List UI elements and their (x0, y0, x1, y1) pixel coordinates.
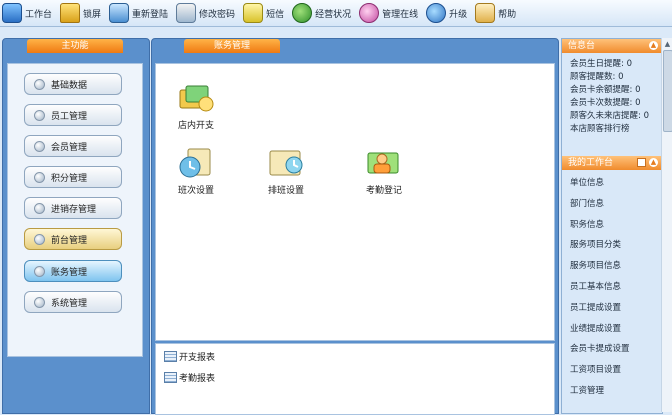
work-item[interactable]: 职务信息 (562, 215, 662, 236)
scroll-up-icon[interactable]: ▲ (663, 39, 672, 49)
main-function-menu: 基础数据 员工管理 会员管理 积分管理 进销存管理 前台管理 账务管理 系统管理 (7, 63, 143, 357)
menu-basic-data[interactable]: 基础数据 (24, 73, 122, 95)
feature-store-expense[interactable]: 店内开支 (156, 82, 236, 131)
work-item[interactable]: 员工提成设置 (562, 298, 662, 319)
info-card-balance[interactable]: 会员卡余额提醒: 0 (562, 84, 662, 97)
collapse-icon[interactable]: ▲ (649, 158, 658, 167)
accounting-title: 账务管理 (184, 39, 280, 53)
report-table-icon (164, 351, 177, 362)
menu-member-management[interactable]: 会员管理 (24, 135, 122, 157)
menu-front-desk-management[interactable]: 前台管理 (24, 228, 122, 250)
toolbar-business-status-button[interactable]: 经营状况 (290, 2, 355, 24)
workbench-icon (2, 3, 22, 23)
relogin-icon (109, 3, 130, 23)
my-workbench-title: 我的工作台 (568, 158, 614, 168)
accounting-panel: 账务管理 店内开支 班次设置 排班设置 考勤登记 开支报表 考勤报表 (151, 38, 559, 415)
toolbar-help-button[interactable]: 帮助 (473, 2, 520, 24)
lock-icon (60, 3, 81, 23)
report-table-icon (164, 372, 177, 383)
my-workbench-header: 我的工作台 ▲ (562, 156, 662, 170)
menu-staff-management[interactable]: 员工管理 (24, 104, 122, 126)
feature-schedule-settings[interactable]: 排班设置 (246, 147, 326, 196)
radio-dot-icon (34, 233, 45, 245)
work-item[interactable]: 员工基本信息 (562, 277, 662, 298)
info-desk-header: 信息台 ▲ (562, 39, 662, 53)
toolbar-workbench-button[interactable]: 工作台 (0, 2, 56, 24)
radio-dot-icon (34, 265, 45, 277)
business-status-icon (292, 3, 313, 23)
work-item[interactable]: 部门信息 (562, 194, 662, 215)
toolbar-manage-online-button[interactable]: 管理在线 (357, 2, 422, 24)
info-member-birthday[interactable]: 会员生日提醒: 0 (562, 58, 662, 71)
info-card-count[interactable]: 会员卡次数提醒: 0 (562, 97, 662, 110)
work-item[interactable]: 服务项目信息 (562, 256, 662, 277)
radio-dot-icon (34, 202, 45, 214)
sms-icon (243, 3, 264, 23)
menu-inventory-management[interactable]: 进销存管理 (24, 197, 122, 219)
main-function-title: 主功能 (27, 39, 123, 53)
upgrade-icon (426, 3, 447, 23)
work-item[interactable]: 工资项目设置 (562, 360, 662, 381)
toolbar-lock-button[interactable]: 锁屏 (58, 2, 105, 24)
work-item[interactable]: 工资管理 (562, 381, 662, 402)
menu-system-management[interactable]: 系统管理 (24, 291, 122, 313)
shift-settings-icon (176, 147, 216, 179)
store-expense-icon (176, 82, 216, 114)
report-attendance[interactable]: 考勤报表 (164, 371, 215, 384)
info-desk-title: 信息台 (568, 41, 596, 51)
right-scrollbar[interactable]: ▲ (661, 38, 672, 412)
collapse-icon[interactable]: ▲ (649, 41, 658, 50)
radio-dot-icon (34, 109, 45, 121)
password-icon (176, 3, 197, 23)
attendance-icon (364, 147, 404, 179)
info-desk-list: 会员生日提醒: 0 顾客提醒数: 0 会员卡余额提醒: 0 会员卡次数提醒: 0… (562, 53, 662, 156)
top-toolbar: 工作台 锁屏 重新登陆 修改密码 短信 经营状况 管理在线 升级 帮助 (0, 0, 672, 27)
toolbar-upgrade-button[interactable]: 升级 (424, 2, 471, 24)
work-item[interactable]: 服务项目分类 (562, 235, 662, 256)
menu-accounting-management[interactable]: 账务管理 (24, 260, 122, 282)
report-area: 开支报表 考勤报表 (155, 343, 555, 415)
work-item[interactable]: 单位信息 (562, 173, 662, 194)
edit-icon[interactable] (637, 158, 646, 167)
info-customer-ranking[interactable]: 本店顾客排行榜 (562, 123, 662, 136)
manage-online-icon (359, 3, 380, 23)
toolbar-password-button[interactable]: 修改密码 (174, 2, 239, 24)
scroll-thumb[interactable] (663, 50, 672, 132)
menu-points-management[interactable]: 积分管理 (24, 166, 122, 188)
toolbar-relogin-button[interactable]: 重新登陆 (107, 2, 172, 24)
right-panel: 信息台 ▲ 会员生日提醒: 0 顾客提醒数: 0 会员卡余额提醒: 0 会员卡次… (561, 38, 663, 414)
work-item[interactable]: 业绩提成设置 (562, 319, 662, 340)
radio-dot-icon (34, 78, 45, 90)
help-icon (475, 3, 496, 23)
radio-dot-icon (34, 296, 45, 308)
radio-dot-icon (34, 171, 45, 183)
my-workbench-list: 单位信息 部门信息 职务信息 服务项目分类 服务项目信息 员工基本信息 员工提成… (562, 170, 662, 402)
schedule-settings-icon (266, 147, 306, 179)
toolbar-sms-button[interactable]: 短信 (241, 2, 288, 24)
work-item[interactable]: 会员卡提成设置 (562, 339, 662, 360)
feature-shift-settings[interactable]: 班次设置 (156, 147, 236, 196)
main-function-panel: 主功能 基础数据 员工管理 会员管理 积分管理 进销存管理 前台管理 账务管理 (2, 38, 150, 414)
info-absent-customers[interactable]: 顾客久未来店提醒: 0 (562, 110, 662, 123)
info-customer-reminders[interactable]: 顾客提醒数: 0 (562, 71, 662, 84)
feature-area: 店内开支 班次设置 排班设置 考勤登记 (155, 63, 555, 341)
feature-attendance[interactable]: 考勤登记 (344, 147, 424, 196)
report-expense[interactable]: 开支报表 (164, 350, 215, 363)
radio-dot-icon (34, 140, 45, 152)
